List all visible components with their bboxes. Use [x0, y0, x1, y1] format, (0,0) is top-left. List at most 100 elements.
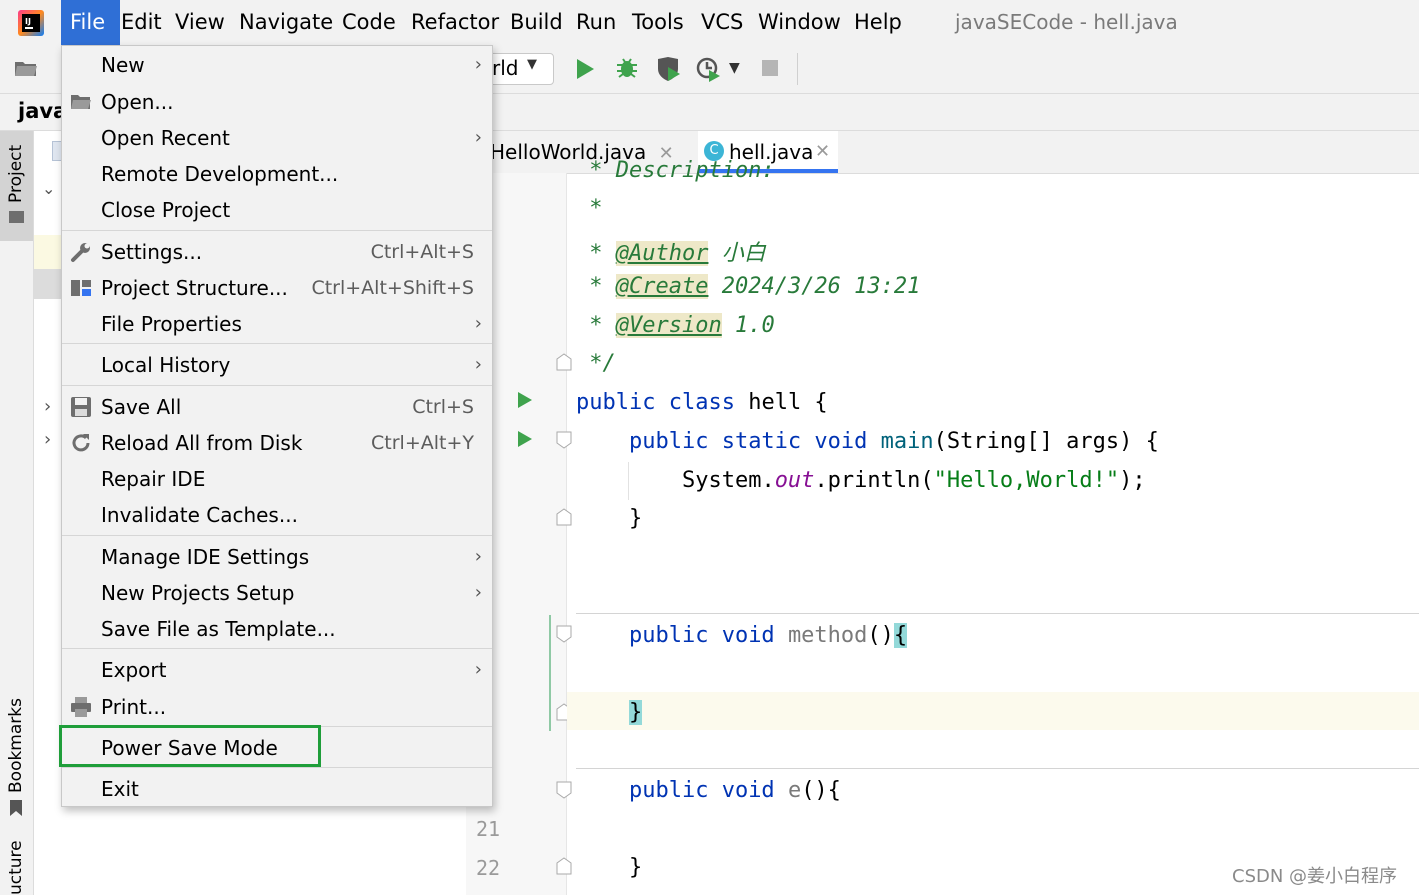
- code-line-close-method[interactable]: }: [576, 700, 643, 725]
- menu-help[interactable]: Help: [854, 0, 902, 45]
- method-name: e: [787, 778, 802, 803]
- fold-marker-icon[interactable]: [556, 508, 572, 530]
- code-line-comment[interactable]: * Description:: [576, 158, 774, 183]
- open-folder-icon[interactable]: [14, 57, 38, 83]
- keyword: public class: [576, 390, 735, 415]
- menu-item-file-properties[interactable]: File Properties ›: [62, 306, 492, 342]
- structure-tool-label[interactable]: ucture: [6, 840, 26, 895]
- menu-build[interactable]: Build: [510, 0, 563, 45]
- run-more-chevron-icon[interactable]: ▼: [729, 60, 740, 76]
- menu-file[interactable]: File: [61, 0, 120, 45]
- submenu-arrow-icon: ›: [474, 659, 482, 680]
- menu-view[interactable]: View: [175, 0, 225, 45]
- menu-item-reload-all[interactable]: Reload All from Disk Ctrl+Alt+Y: [62, 425, 492, 461]
- menu-item-close-project[interactable]: Close Project: [62, 192, 492, 228]
- menu-vcs[interactable]: VCS: [701, 0, 743, 45]
- keyword: public static void: [628, 429, 868, 454]
- code-line-create[interactable]: * @Create 2024/3/26 13:21: [576, 274, 920, 299]
- javadoc-value: 小白: [721, 241, 766, 266]
- fold-marker-icon[interactable]: [556, 431, 572, 453]
- brace: }: [628, 506, 643, 531]
- menu-item-label: Manage IDE Settings: [101, 545, 310, 569]
- project-tool-button[interactable]: Project: [0, 131, 33, 241]
- close-tab-icon[interactable]: ✕: [815, 131, 830, 173]
- fold-marker-icon[interactable]: [556, 781, 572, 803]
- menu-item-label: Exit: [101, 777, 139, 801]
- menu-separator: [62, 767, 492, 768]
- menu-item-save-all[interactable]: Save All Ctrl+S: [62, 389, 492, 425]
- menu-navigate[interactable]: Navigate: [239, 0, 333, 45]
- menu-item-repair-ide[interactable]: Repair IDE: [62, 461, 492, 497]
- toolbar-divider: [797, 53, 798, 85]
- tree-expand-arrow-icon[interactable]: ›: [44, 429, 51, 450]
- code-line-class-decl[interactable]: public class hell {: [576, 390, 828, 415]
- coverage-icon[interactable]: [656, 56, 682, 86]
- profiler-icon[interactable]: [696, 56, 722, 86]
- fold-marker-icon[interactable]: [556, 353, 572, 375]
- menu-edit[interactable]: Edit: [121, 0, 162, 45]
- breadcrumb-project[interactable]: java: [18, 99, 67, 123]
- menu-item-new[interactable]: New ›: [62, 47, 492, 83]
- menu-code[interactable]: Code: [342, 0, 396, 45]
- run-gutter-icon[interactable]: [517, 430, 533, 452]
- keyword: public void: [628, 778, 775, 803]
- code-line-comment[interactable]: *: [576, 196, 602, 221]
- menu-item-export[interactable]: Export ›: [62, 652, 492, 688]
- intellij-logo-icon[interactable]: IJ: [18, 10, 44, 36]
- javadoc-tag: @Author: [615, 241, 709, 266]
- menu-item-label: Export: [101, 658, 167, 682]
- matched-brace: {: [893, 623, 908, 648]
- fold-marker-icon[interactable]: [556, 625, 572, 647]
- bookmark-icon[interactable]: [9, 799, 23, 821]
- expand-chevron-icon[interactable]: ⌄: [42, 179, 55, 198]
- run-gutter-icon[interactable]: [517, 391, 533, 413]
- vcs-change-marker[interactable]: [549, 615, 551, 731]
- run-configuration-selector[interactable]: rld ▼: [488, 53, 554, 85]
- code-line-method-decl[interactable]: public void method(){: [576, 623, 908, 648]
- menu-item-invalidate-caches[interactable]: Invalidate Caches...: [62, 497, 492, 533]
- menu-item-local-history[interactable]: Local History ›: [62, 347, 492, 383]
- menu-refactor[interactable]: Refactor: [411, 0, 499, 45]
- project-tool-label: Project: [6, 144, 26, 203]
- menu-item-remote-development[interactable]: Remote Development...: [62, 156, 492, 192]
- menu-item-label: File Properties: [101, 312, 242, 336]
- code-line-author[interactable]: * @Author 小白: [576, 235, 766, 267]
- run-icon[interactable]: [575, 58, 595, 84]
- menu-item-save-file-as-template[interactable]: Save File as Template...: [62, 611, 492, 647]
- menu-run[interactable]: Run: [576, 0, 616, 45]
- menu-item-settings[interactable]: Settings... Ctrl+Alt+S: [62, 234, 492, 270]
- code-token: .println(: [814, 468, 934, 493]
- menu-item-manage-ide-settings[interactable]: Manage IDE Settings ›: [62, 539, 492, 575]
- left-tool-strip: Project Bookmarks ucture: [0, 131, 34, 895]
- menu-item-exit[interactable]: Exit: [62, 771, 492, 807]
- code-line-println[interactable]: System.out.println("Hello,World!");: [576, 468, 1146, 493]
- code-line-e-decl[interactable]: public void e(){: [576, 778, 841, 803]
- bookmarks-tool-label[interactable]: Bookmarks: [6, 698, 26, 793]
- file-menu-dropdown: New › Open... Open Recent › Remote Devel…: [61, 45, 493, 807]
- menu-item-open-recent[interactable]: Open Recent ›: [62, 120, 492, 156]
- menu-window[interactable]: Window: [758, 0, 841, 45]
- current-line-highlight: [567, 692, 1419, 730]
- code-line-close-e[interactable]: }: [576, 855, 642, 880]
- menu-item-new-projects-setup[interactable]: New Projects Setup ›: [62, 575, 492, 611]
- code-line-close-main[interactable]: }: [576, 506, 642, 531]
- menu-item-open[interactable]: Open...: [62, 84, 492, 120]
- menu-item-label: Close Project: [101, 198, 231, 222]
- fold-marker-icon[interactable]: [556, 857, 572, 879]
- params: (String[] args) {: [933, 429, 1159, 454]
- tree-expand-arrow-icon[interactable]: ›: [44, 396, 51, 417]
- menu-item-project-structure[interactable]: Project Structure... Ctrl+Alt+Shift+S: [62, 270, 492, 306]
- menu-tools[interactable]: Tools: [632, 0, 684, 45]
- code-line-main-decl[interactable]: public static void main(String[] args) {: [576, 429, 1159, 454]
- submenu-arrow-icon: ›: [474, 546, 482, 567]
- debug-icon[interactable]: [615, 56, 639, 84]
- stop-icon[interactable]: [762, 60, 778, 76]
- code-line-version[interactable]: * @Version 1.0: [576, 313, 775, 338]
- menu-separator: [62, 535, 492, 536]
- javadoc-value: 2024/3/26 13:21: [721, 274, 921, 299]
- menu-item-label: New: [101, 53, 145, 77]
- code-line-comment-end[interactable]: */: [576, 351, 616, 376]
- shortcut-label: Ctrl+Alt+Shift+S: [311, 277, 474, 299]
- annotation-highlight-box: [59, 725, 321, 767]
- menu-item-print[interactable]: Print...: [62, 689, 492, 725]
